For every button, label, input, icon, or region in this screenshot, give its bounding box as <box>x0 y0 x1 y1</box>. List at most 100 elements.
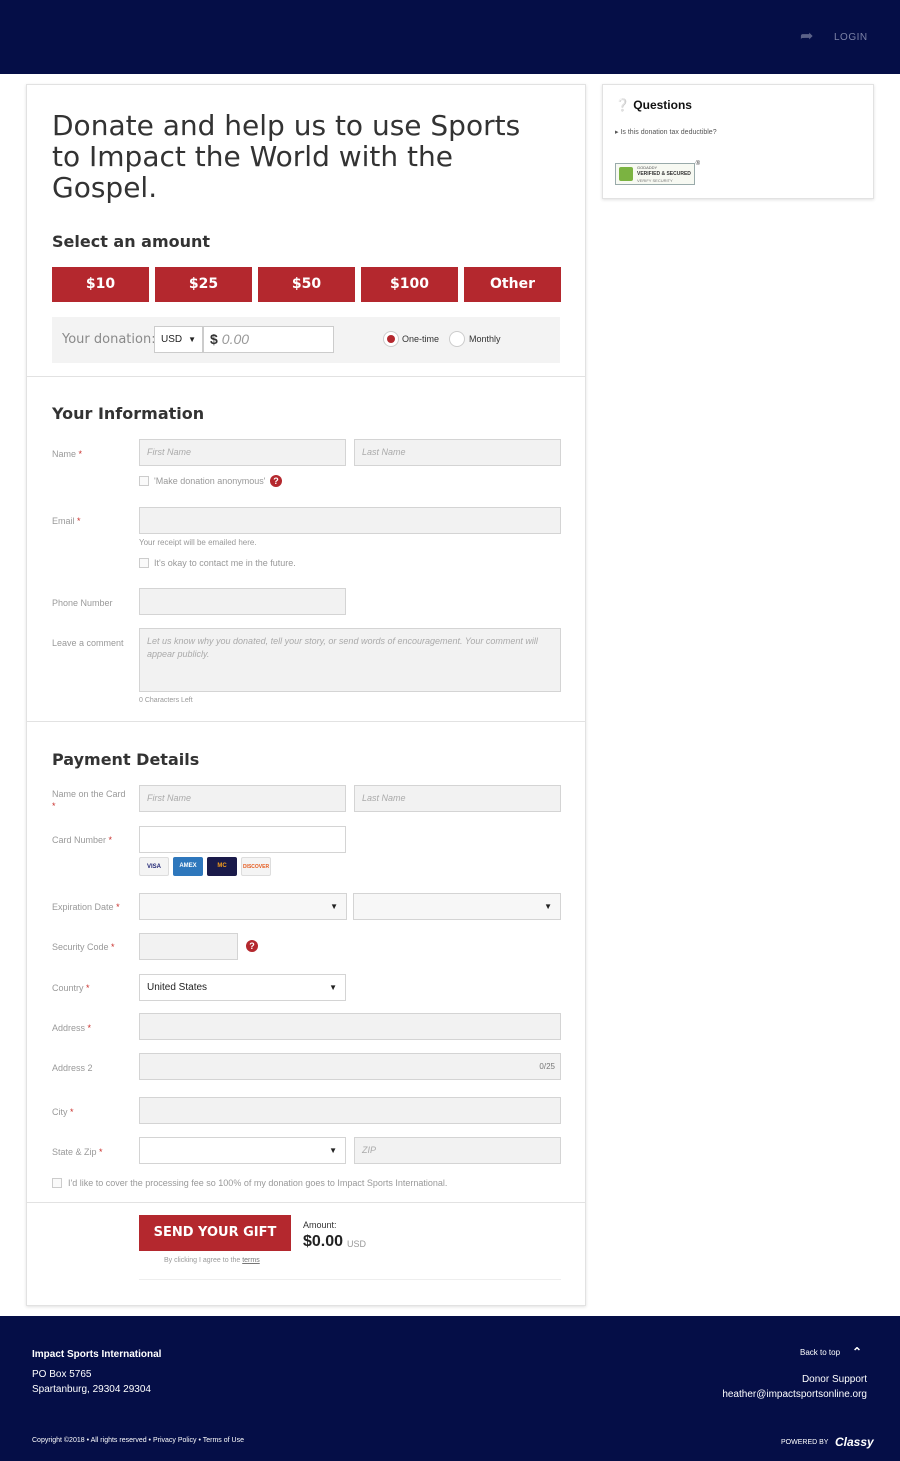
email-label: Email * <box>52 516 81 526</box>
chevron-down-icon: ▼ <box>329 1146 337 1155</box>
expiration-month-select[interactable]: ▼ <box>139 893 347 920</box>
footer: Impact Sports International PO Box 5765 … <box>0 1316 900 1461</box>
comment-textarea[interactable]: Let us know why you donated, tell your s… <box>139 628 561 692</box>
anonymous-label: 'Make donation anonymous' <box>154 476 266 486</box>
chevron-down-icon: ▼ <box>330 902 338 911</box>
caret-right-icon: ▸ <box>615 129 619 136</box>
first-name-input[interactable]: First Name <box>139 439 346 466</box>
help-icon[interactable]: ? <box>270 475 282 487</box>
security-code-input[interactable] <box>139 933 238 960</box>
expiration-year-select[interactable]: ▼ <box>353 893 561 920</box>
card-last-name-input[interactable]: Last Name <box>354 785 561 812</box>
terms-link[interactable]: terms <box>242 1257 260 1264</box>
address2-input[interactable]: 0/25 <box>139 1053 561 1080</box>
lock-icon <box>619 167 633 181</box>
amount-total: $0.00 <box>303 1233 344 1250</box>
question-circle-icon: ❔ <box>615 98 630 112</box>
address-input[interactable] <box>139 1013 561 1040</box>
footer-address-line1: PO Box 5765 <box>32 1369 92 1380</box>
name-on-card-label: Name on the Card * <box>52 789 126 811</box>
amount-button-50[interactable]: $50 <box>258 267 355 302</box>
email-input[interactable] <box>139 507 561 534</box>
agree-text: By clicking I agree to the terms <box>164 1257 260 1264</box>
back-to-top-link[interactable]: Back to top <box>800 1348 840 1357</box>
amount-button-25[interactable]: $25 <box>155 267 252 302</box>
address2-label: Address 2 <box>52 1063 93 1073</box>
anonymous-checkbox[interactable] <box>139 476 149 486</box>
processing-fee-label: I'd like to cover the processing fee so … <box>68 1178 448 1188</box>
badge-line3: VERIFY SECURITY <box>637 178 673 183</box>
amount-button-100[interactable]: $100 <box>361 267 458 302</box>
section-divider <box>27 1202 585 1203</box>
badge-line1: GODADDY <box>637 165 658 170</box>
chevron-down-icon: ▼ <box>329 983 337 992</box>
contact-checkbox[interactable] <box>139 558 149 568</box>
godaddy-security-badge[interactable]: GODADDY VERIFIED & SECURED VERIFY SECURI… <box>615 161 700 185</box>
country-select[interactable]: United States ▼ <box>139 974 346 1001</box>
last-name-input[interactable]: Last Name <box>354 439 561 466</box>
powered-by-label: POWERED BY <box>781 1439 829 1446</box>
security-code-label: Security Code * <box>52 942 115 952</box>
page-title: Donate and help us to use Sports to Impa… <box>52 109 521 204</box>
monthly-label: Monthly <box>469 334 501 344</box>
one-time-radio[interactable] <box>383 331 399 347</box>
state-select[interactable]: ▼ <box>139 1137 346 1164</box>
name-label: Name * <box>52 449 83 459</box>
footer-copyright[interactable]: Copyright ©2018 • All rights reserved • … <box>32 1437 244 1444</box>
registered-mark: ® <box>695 161 700 167</box>
card-number-input[interactable] <box>139 826 346 853</box>
select-amount-title: Select an amount <box>52 232 211 251</box>
donation-label: Your donation: <box>62 332 156 347</box>
expiration-date-label: Expiration Date * <box>52 902 120 912</box>
amount-button-other[interactable]: Other <box>464 267 561 302</box>
visa-card-icon: VISA <box>139 857 169 876</box>
section-divider <box>27 376 585 377</box>
currency-select[interactable]: USD ▼ <box>154 326 203 353</box>
donation-amount-input[interactable]: $0.00 <box>203 326 334 353</box>
chevron-down-icon: ▼ <box>544 902 552 911</box>
mastercard-card-icon: MC <box>207 857 237 876</box>
amount-button-10[interactable]: $10 <box>52 267 149 302</box>
donation-amount-row: Your donation: USD ▼ $0.00 One-time Mont… <box>52 317 560 363</box>
characters-left: 0 Characters Left <box>139 697 193 704</box>
card-first-name-input[interactable]: First Name <box>139 785 346 812</box>
email-note: Your receipt will be emailed here. <box>139 538 257 547</box>
tax-deductible-link[interactable]: ▸ Is this donation tax deductible? <box>615 128 717 136</box>
login-link[interactable]: LOGIN <box>834 32 868 43</box>
chevron-up-icon[interactable]: ⌃ <box>852 1345 862 1359</box>
questions-card: ❔ Questions ▸ Is this donation tax deduc… <box>602 84 874 199</box>
questions-title: ❔ Questions <box>615 98 692 112</box>
city-label: City * <box>52 1107 74 1117</box>
city-input[interactable] <box>139 1097 561 1124</box>
security-code-help-icon[interactable]: ? <box>246 940 258 952</box>
zip-input[interactable]: ZIP <box>354 1137 561 1164</box>
contact-label: It's okay to contact me in the future. <box>154 558 296 568</box>
currency-symbol: $ <box>210 331 218 347</box>
donor-support-email[interactable]: heather@impactsportsonline.org <box>722 1389 867 1400</box>
classy-logo[interactable]: Classy <box>835 1435 874 1449</box>
country-value: United States <box>147 982 208 993</box>
country-label: Country * <box>52 983 90 993</box>
section-divider <box>27 721 585 722</box>
amount-placeholder: 0.00 <box>221 331 250 347</box>
processing-fee-checkbox[interactable] <box>52 1178 62 1188</box>
amount-currency: USD <box>347 1239 367 1249</box>
monthly-radio[interactable] <box>449 331 465 347</box>
address-label: Address * <box>52 1023 92 1033</box>
phone-input[interactable] <box>139 588 346 615</box>
currency-value: USD <box>161 334 183 345</box>
send-gift-button[interactable]: SEND YOUR GIFT <box>139 1215 291 1251</box>
chevron-down-icon: ▼ <box>188 335 196 344</box>
badge-line2: VERIFIED & SECURED <box>637 171 691 177</box>
amount-label: Amount: <box>303 1220 337 1230</box>
amex-card-icon: AMEX <box>173 857 203 876</box>
payment-details-title: Payment Details <box>52 750 200 769</box>
your-information-title: Your Information <box>52 404 205 423</box>
state-zip-label: State & Zip * <box>52 1147 103 1157</box>
share-arrow-icon[interactable]: ➦ <box>800 29 820 45</box>
card-number-label: Card Number * <box>52 835 113 845</box>
footer-address-line2: Spartanburg, 29304 29304 <box>32 1384 151 1395</box>
donation-form-card: Donate and help us to use Sports to Impa… <box>26 84 586 1306</box>
phone-label: Phone Number <box>52 598 113 608</box>
footer-org-name: Impact Sports International <box>32 1349 162 1360</box>
